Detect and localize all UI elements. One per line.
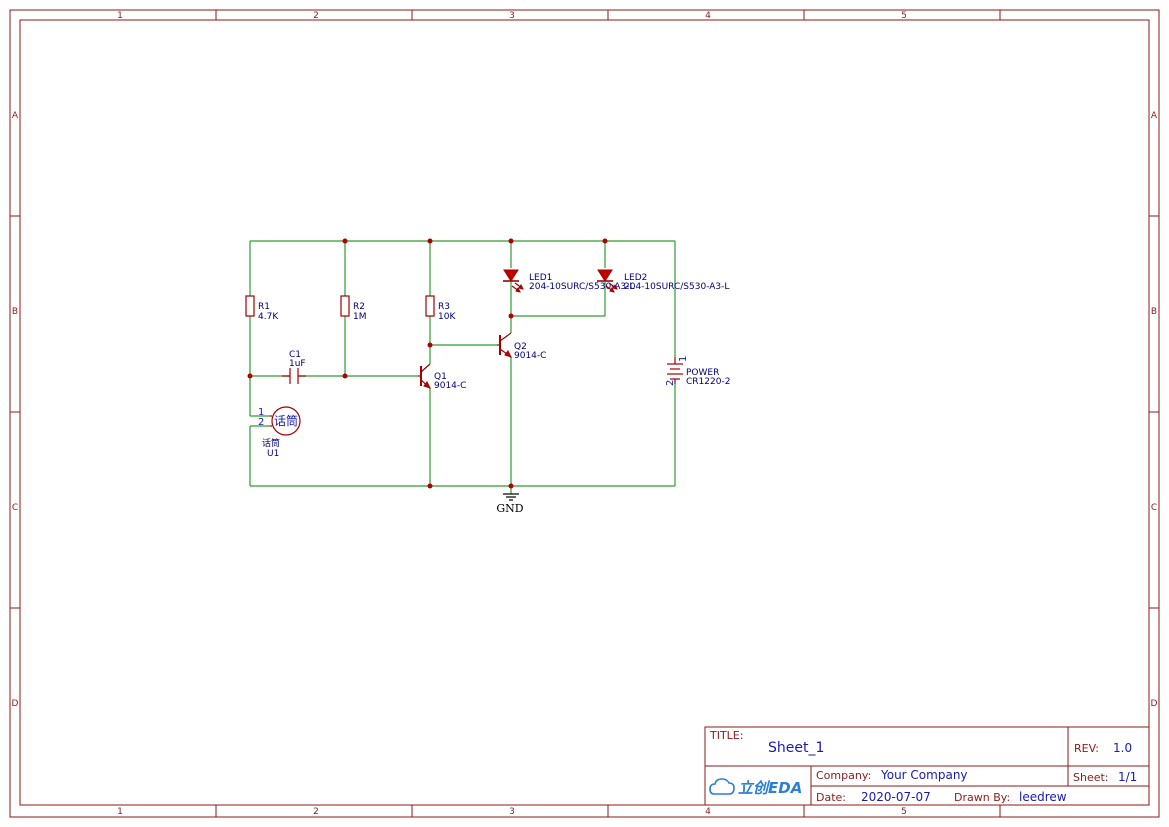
lceda-logo: 立创EDA: [709, 778, 802, 797]
r3-value: 10K: [438, 312, 456, 322]
zone-right-d: D: [1151, 699, 1158, 709]
power-value: CR1220-2: [686, 377, 730, 387]
zone-top-2: 2: [313, 11, 319, 21]
company-label: Company:: [816, 769, 871, 782]
zone-bottom-3: 3: [509, 807, 515, 817]
logo-text: 立创EDA: [738, 779, 802, 797]
zone-bottom-1: 1: [117, 807, 123, 817]
title-label: TITLE:: [709, 729, 743, 742]
zone-top-3: 3: [509, 11, 515, 21]
led2-value: 204-10SURC/S530-A3-L: [624, 282, 729, 292]
company-value: Your Company: [880, 768, 968, 782]
zone-bottom-2: 2: [313, 807, 319, 817]
wires: [249, 240, 676, 494]
sheet-label: Sheet:: [1073, 771, 1109, 784]
q2-value: 9014-C: [514, 351, 546, 361]
sheet-title: Sheet_1: [768, 740, 824, 756]
zone-left-a: A: [12, 111, 19, 121]
zone-right-a: A: [1151, 111, 1158, 121]
u1-pin-2: 2: [258, 417, 264, 428]
zone-top-5: 5: [901, 11, 907, 21]
gnd-label: GND: [496, 502, 523, 515]
transistor-q1[interactable]: Q1 9014-C: [418, 363, 466, 391]
c1-value: 1uF: [289, 359, 306, 369]
microphone-u1[interactable]: 1 2 话筒 话筒 U1: [258, 406, 301, 459]
led-led2[interactable]: LED2 204-10SURC/S530-A3-L: [597, 269, 729, 293]
zone-top-1: 1: [117, 11, 123, 21]
u1-body-text: 话筒: [274, 413, 298, 428]
zone-labels: 1 2 3 4 5 1 2 3 4 5 A B C D A B C D: [12, 11, 1158, 817]
zone-left-b: B: [12, 307, 18, 317]
zone-right-c: C: [1151, 503, 1157, 513]
q1-value: 9014-C: [434, 381, 466, 391]
r2-value: 1M: [353, 312, 367, 322]
cloud-icon: [709, 778, 735, 795]
zone-bottom-5: 5: [901, 807, 907, 817]
battery-power[interactable]: 1 2 POWER CR1220-2: [665, 356, 730, 387]
rev-value: 1.0: [1113, 741, 1132, 755]
r3-ref: R3: [438, 302, 450, 312]
u1-ref: U1: [267, 449, 279, 459]
rev-label: REV:: [1074, 742, 1099, 755]
zone-left-c: C: [12, 503, 18, 513]
capacitor-c1[interactable]: C1 1uF: [282, 350, 306, 384]
power-pin-2: 2: [665, 380, 676, 386]
drawn-by-label: Drawn By:: [954, 791, 1010, 804]
r2-ref: R2: [353, 302, 365, 312]
u1-value: 话筒: [262, 437, 280, 449]
drawn-by-value: leedrew: [1019, 790, 1067, 804]
r1-value: 4.7K: [258, 312, 279, 322]
zone-top-4: 4: [705, 11, 711, 21]
r1-ref: R1: [258, 302, 270, 312]
zone-left-d: D: [12, 699, 19, 709]
resistor-r1[interactable]: R1 4.7K: [245, 295, 279, 322]
ground-symbol: GND: [496, 493, 524, 515]
sheet-value: 1/1: [1118, 770, 1137, 784]
date-value: 2020-07-07: [861, 790, 931, 804]
sheet-frame: [9, 9, 1160, 818]
title-block: TITLE: Sheet_1 REV: 1.0 立创EDA Company: Y…: [704, 726, 1150, 806]
zone-bottom-4: 4: [705, 807, 711, 817]
schematic-sheet: 1 2 3 4 5 1 2 3 4 5 A B C D A B C D R1 4…: [9, 9, 1160, 818]
led1-value: 204-10SURC/S530-A3-L: [529, 282, 634, 292]
date-label: Date:: [816, 791, 846, 804]
transistor-q2[interactable]: Q2 9014-C: [497, 332, 546, 361]
power-pin-1: 1: [678, 356, 689, 362]
zone-right-b: B: [1151, 307, 1157, 317]
